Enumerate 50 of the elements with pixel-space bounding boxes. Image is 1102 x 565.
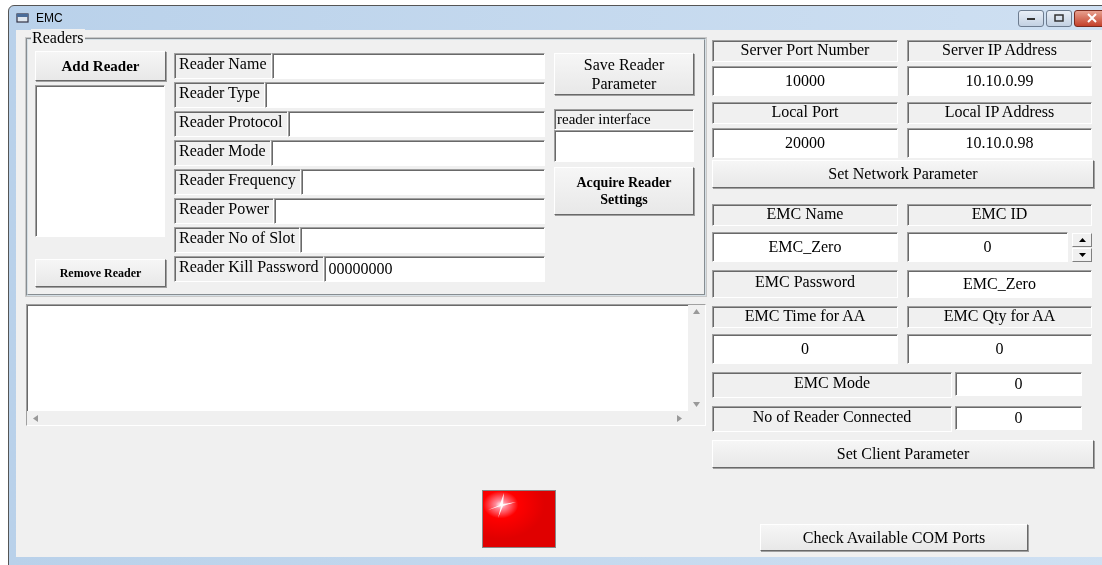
- window-title: EMC: [36, 11, 63, 25]
- maximize-button[interactable]: [1046, 9, 1072, 27]
- input-field[interactable]: 0: [907, 232, 1068, 262]
- set-client-button[interactable]: Set Client Parameter: [712, 440, 1094, 468]
- field-label: Local Port: [712, 102, 898, 124]
- field-label: Reader Power: [174, 198, 275, 224]
- input-field[interactable]: 10000: [712, 66, 898, 96]
- input-field[interactable]: EMC_Zero: [712, 232, 898, 262]
- input-field[interactable]: 0: [955, 372, 1082, 396]
- input-field[interactable]: 00000000: [323, 256, 545, 282]
- status-light-icon: [482, 490, 556, 548]
- field-label: Reader Kill Password: [174, 256, 324, 282]
- close-icon[interactable]: [1086, 13, 1098, 23]
- minimize-icon[interactable]: [1026, 15, 1036, 21]
- field-label: Reader Frequency: [174, 169, 301, 195]
- acquire-button[interactable]: Acquire Reader Settings: [554, 167, 694, 215]
- input-field[interactable]: 10.10.0.99: [907, 66, 1092, 96]
- reader-list[interactable]: [35, 85, 165, 237]
- field-label: EMC Password: [712, 270, 898, 298]
- remove-reader-button[interactable]: Remove Reader: [35, 259, 166, 287]
- field-label: Reader Protocol: [174, 111, 288, 137]
- field-label: No of Reader Connected: [712, 406, 952, 432]
- app-icon: [16, 12, 30, 24]
- field-label: EMC Mode: [712, 372, 952, 398]
- field-label: EMC Name: [712, 204, 898, 226]
- input-field[interactable]: EMC_Zero: [907, 270, 1092, 298]
- save-button[interactable]: Save Reader Parameter: [554, 53, 694, 95]
- field-label: EMC ID: [907, 204, 1092, 226]
- field-label: EMC Qty for AA: [907, 306, 1092, 328]
- input-field[interactable]: 0: [712, 334, 898, 364]
- field-label: Local IP Address: [907, 102, 1092, 124]
- maximize-icon[interactable]: [1054, 14, 1064, 22]
- field-label: EMC Time for AA: [712, 306, 898, 328]
- field-label: Reader No of Slot: [174, 227, 300, 253]
- field-label: reader interface: [554, 109, 694, 130]
- field-label: Reader Name: [174, 53, 272, 79]
- input-field[interactable]: 0: [955, 406, 1082, 430]
- set-network-button[interactable]: Set Network Parameter: [712, 160, 1094, 188]
- check-com-ports-button[interactable]: Check Available COM Ports: [760, 524, 1028, 551]
- input-field[interactable]: 0: [907, 334, 1092, 364]
- field-label: Reader Type: [174, 82, 265, 108]
- minimize-button[interactable]: [1018, 9, 1044, 27]
- field-label: Reader Mode: [174, 140, 271, 166]
- input-field[interactable]: 10.10.0.98: [907, 128, 1092, 158]
- add-reader-button[interactable]: Add Reader: [35, 51, 166, 81]
- field-label: Server IP Address: [907, 40, 1092, 62]
- spin-buttons[interactable]: [1072, 232, 1092, 262]
- field-label: Server Port Number: [712, 40, 898, 62]
- input-field[interactable]: 20000: [712, 128, 898, 158]
- close-button[interactable]: [1074, 9, 1102, 27]
